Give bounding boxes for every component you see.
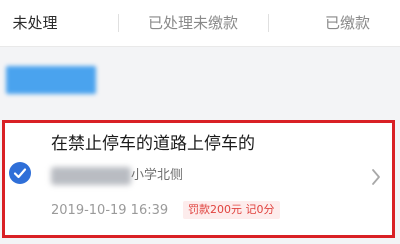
check-circle-icon[interactable] [9,162,31,184]
license-plate-label-blurred [6,66,96,94]
tab-divider [118,14,119,32]
tab-unprocessed[interactable]: 未处理 [0,0,70,46]
violation-location: 小学北侧 [131,168,184,183]
violation-title: 在禁止停车的道路上停车的 [51,134,255,154]
tab-processed-unpaid[interactable]: 已处理未缴款 [133,0,253,46]
penalty-badge: 罚款200元 记0分 [183,201,280,219]
violation-record-card[interactable]: 在禁止停车的道路上停车的 小学北侧 2019-10-19 16:39 罚款200… [2,120,395,238]
tab-paid[interactable]: 已缴款 [300,0,395,46]
location-redacted [51,167,131,185]
chevron-right-icon[interactable] [370,167,382,187]
tab-bar: 未处理 已处理未缴款 已缴款 [0,0,400,47]
tab-divider [268,14,269,32]
violation-datetime: 2019-10-19 16:39 [51,203,169,218]
